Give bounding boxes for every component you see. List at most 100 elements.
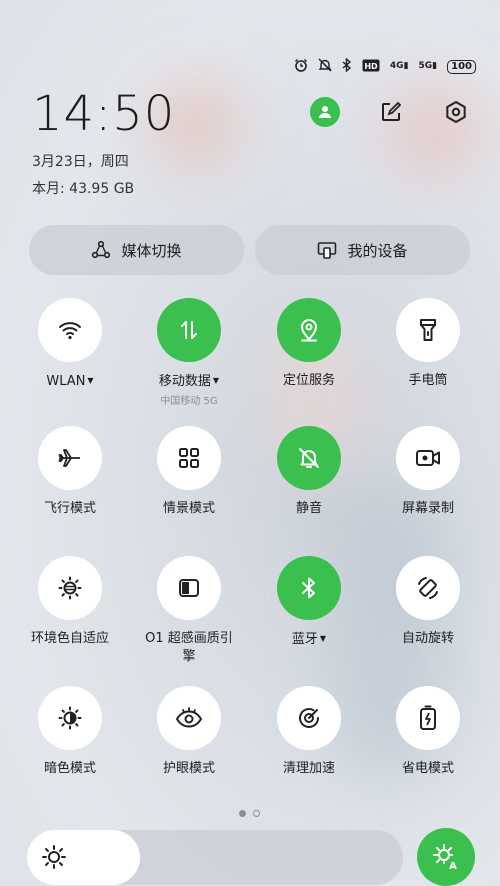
media-switch-icon (92, 240, 111, 259)
caret-down-icon[interactable]: ▼ (320, 634, 326, 643)
tile-toggle-button[interactable] (38, 556, 102, 620)
battery-indicator: 100 (447, 59, 476, 74)
data-arrows-icon (178, 319, 200, 341)
signal-5g-icon: 5G▮ (418, 61, 438, 71)
tile-label: O1 超感画质引擎 (141, 630, 237, 666)
auto-brightness-button[interactable]: A (417, 828, 475, 886)
tile-label-text: 清理加速 (282, 761, 335, 776)
my-devices-button[interactable]: 我的设备 (255, 225, 470, 275)
rotate-icon (415, 575, 441, 601)
quick-tile[interactable]: 蓝牙 ▼ (249, 556, 369, 649)
quick-tile[interactable]: 屏幕录制 (368, 426, 488, 518)
dark-mode-icon (57, 705, 83, 731)
settings-button[interactable] (441, 97, 471, 127)
bluetooth-icon (300, 576, 318, 600)
tile-toggle-button[interactable] (396, 298, 460, 362)
quick-tile[interactable]: 定位服务 (249, 298, 369, 390)
tile-toggle-button[interactable] (396, 556, 460, 620)
tile-toggle-button[interactable] (396, 686, 460, 750)
quick-tile[interactable]: 省电模式 (368, 686, 488, 778)
tile-toggle-button[interactable] (38, 686, 102, 750)
edit-icon (382, 101, 402, 121)
tile-label-text: WLAN (46, 374, 86, 389)
quick-tile[interactable]: 情景模式 (129, 426, 249, 518)
tile-label-text: 静音 (295, 501, 322, 516)
quick-tile[interactable]: 静音 (249, 426, 369, 518)
wifi-icon (57, 317, 83, 343)
user-account-button[interactable] (310, 97, 340, 127)
battery-saver-icon (418, 705, 438, 731)
tile-label-text: 屏幕录制 (401, 501, 454, 516)
tile-sublabel: 中国移动 5G (160, 396, 218, 407)
tile-label: 清理加速 (283, 760, 335, 778)
hd-icon: HD (362, 59, 380, 75)
edit-tiles-button[interactable] (376, 97, 406, 127)
svg-text:A: A (449, 861, 457, 871)
page-dot[interactable] (253, 810, 260, 817)
quick-tile[interactable]: 飞行模式 (10, 426, 130, 518)
page-dot-active[interactable] (239, 810, 246, 817)
quick-tile[interactable]: WLAN ▼ (10, 298, 130, 391)
caret-down-icon[interactable]: ▼ (213, 376, 219, 385)
tile-label: 环境色自适应 (31, 630, 109, 648)
quick-tile[interactable]: 自动旋转 (368, 556, 488, 648)
svg-text:HD: HD (364, 62, 378, 71)
eye-icon (175, 706, 203, 730)
quick-tile[interactable]: 环境色自适应 (10, 556, 130, 648)
clean-boost-icon (296, 705, 322, 731)
tile-toggle-button[interactable] (277, 556, 341, 620)
sun-icon (41, 844, 67, 874)
media-switch-label: 媒体切换 (121, 241, 182, 260)
tile-label-text: 暗色模式 (43, 761, 96, 776)
tile-label: 省电模式 (402, 760, 454, 778)
auto-brightness-icon: A (433, 844, 457, 871)
tile-label-text: 蓝牙 (291, 632, 318, 647)
airplane-icon (57, 445, 83, 471)
tile-toggle-button[interactable] (157, 298, 221, 362)
tile-label-text: 自动旋转 (401, 631, 454, 646)
page-indicator (239, 810, 260, 817)
tile-toggle-button[interactable] (277, 298, 341, 362)
tile-label: 静音 (296, 500, 322, 518)
tile-toggle-button[interactable] (277, 426, 341, 490)
tile-label: 移动数据 ▼ (159, 372, 219, 391)
media-switch-button[interactable]: 媒体切换 (29, 225, 244, 275)
caret-down-icon[interactable]: ▼ (87, 376, 93, 385)
tile-label-text: 环境色自适应 (30, 631, 109, 646)
tile-toggle-button[interactable] (38, 426, 102, 490)
gear-icon (446, 100, 466, 124)
tile-label: 情景模式 (163, 500, 215, 518)
brightness-slider[interactable] (27, 830, 403, 885)
tile-label-text: 飞行模式 (43, 501, 96, 516)
tile-label-text: 移动数据 (158, 374, 211, 389)
quick-tile[interactable]: O1 超感画质引擎 (129, 556, 249, 666)
tile-toggle-button[interactable] (157, 426, 221, 490)
alarm-icon (294, 58, 308, 75)
tile-label-text: 护眼模式 (162, 761, 215, 776)
clock-time: 14:50 (32, 86, 176, 142)
user-icon (319, 106, 331, 118)
tile-toggle-button[interactable] (157, 556, 221, 620)
tile-label: 屏幕录制 (402, 500, 454, 518)
tile-toggle-button[interactable] (396, 426, 460, 490)
date-text: 3月23日，周四 (32, 154, 129, 170)
mute-icon (318, 58, 332, 75)
grid-icon (177, 446, 201, 470)
quick-tile[interactable]: 暗色模式 (10, 686, 130, 778)
tile-label: 定位服务 (283, 372, 335, 390)
status-bar: HD 4G▮ 5G▮ 100 (294, 57, 476, 75)
display-engine-icon (177, 576, 201, 600)
devices-icon (318, 242, 337, 259)
quick-tile[interactable]: 手电筒 (368, 298, 488, 390)
quick-tile[interactable]: 移动数据 ▼ 中国移动 5G (129, 298, 249, 407)
tile-toggle-button[interactable] (277, 686, 341, 750)
tile-label: WLAN ▼ (46, 372, 93, 391)
tile-label: 手电筒 (408, 372, 447, 390)
tile-toggle-button[interactable] (157, 686, 221, 750)
tile-toggle-button[interactable] (38, 298, 102, 362)
quick-tile[interactable]: 清理加速 (249, 686, 369, 778)
quick-tile[interactable]: 护眼模式 (129, 686, 249, 778)
bell-off-icon (297, 446, 321, 470)
video-record-icon (415, 446, 441, 470)
tile-label: 自动旋转 (402, 630, 454, 648)
